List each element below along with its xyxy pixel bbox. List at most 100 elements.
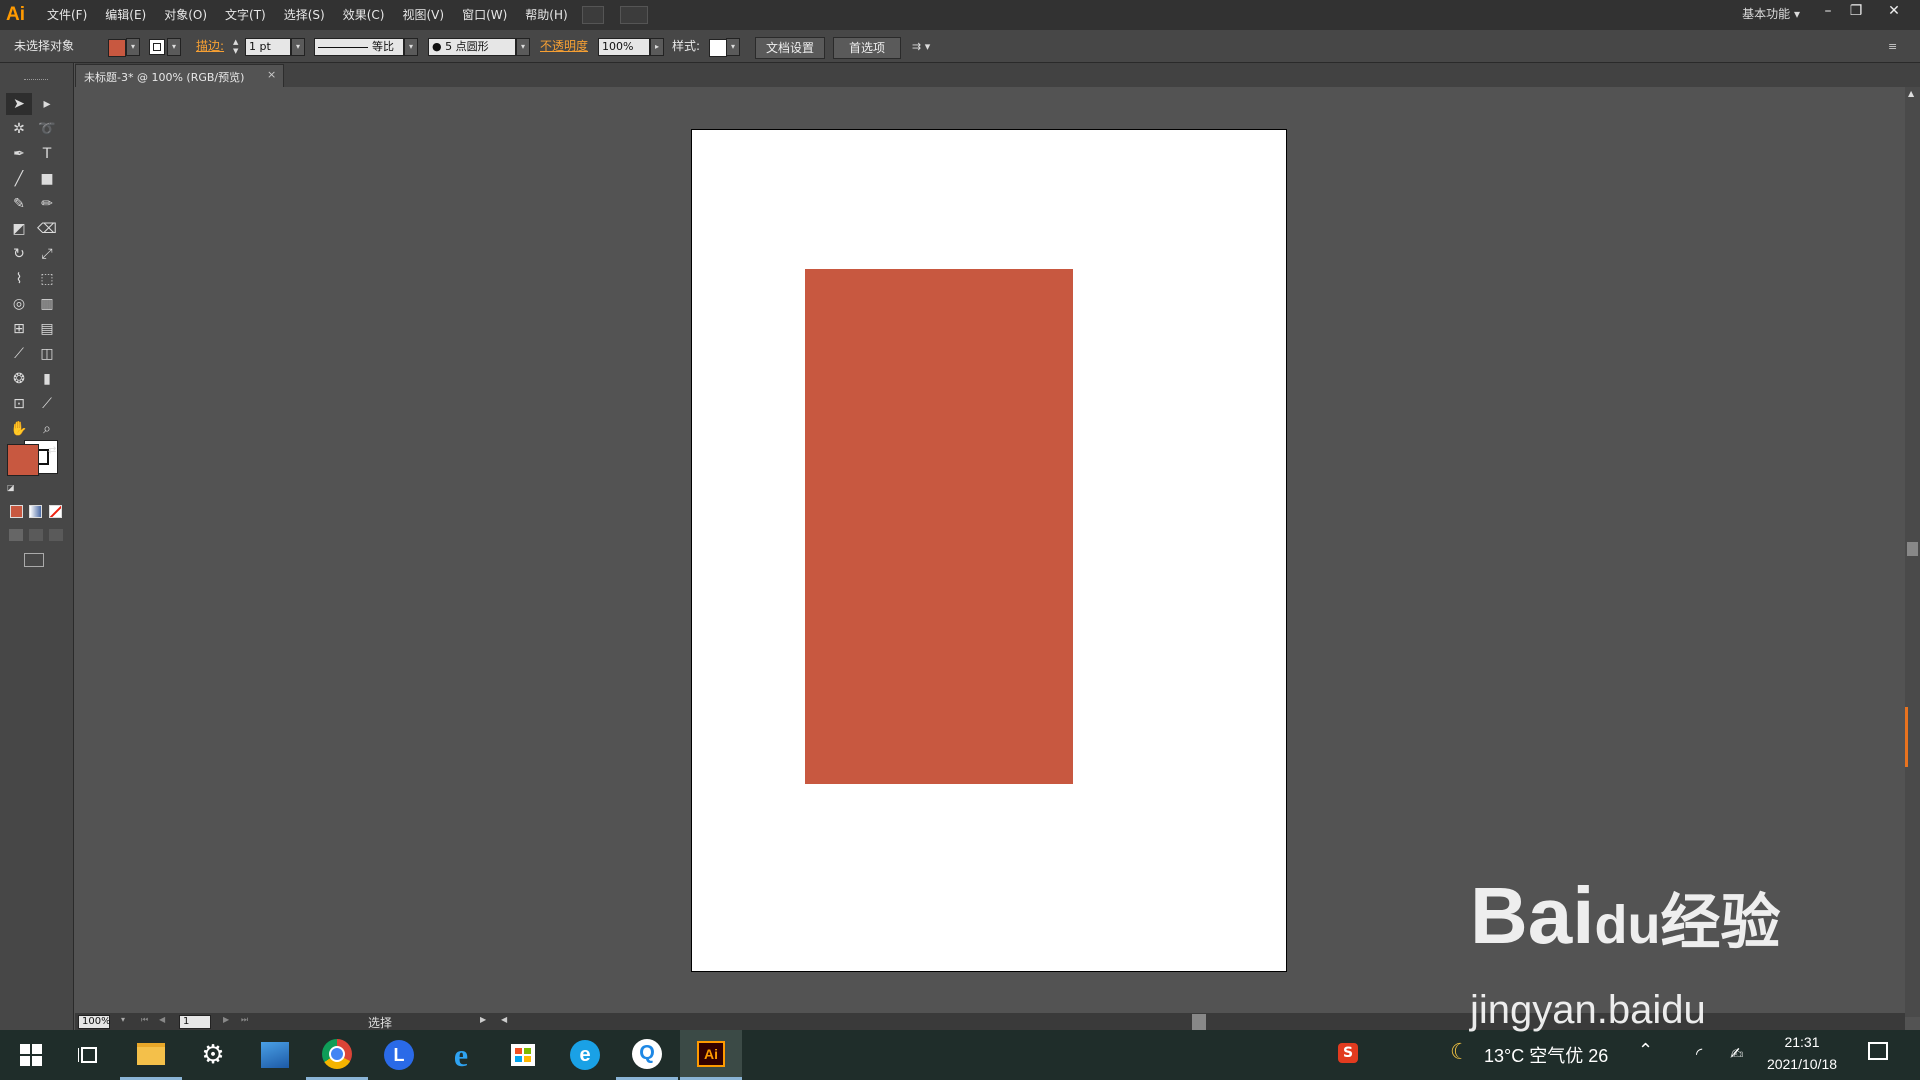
menu-view[interactable]: 视图(V)	[393, 0, 453, 30]
sogou-icon[interactable]: S	[1338, 1043, 1358, 1063]
eyedropper-tool-icon[interactable]: ⟋	[6, 343, 32, 365]
zoom-dropdown-icon[interactable]: ▾	[121, 1015, 131, 1029]
close-icon[interactable]: ✕	[1882, 2, 1906, 22]
settings-icon[interactable]: ⚙	[182, 1030, 244, 1080]
mesh-tool-icon[interactable]: ⊞	[6, 318, 32, 340]
graphic-style-swatch[interactable]	[709, 39, 727, 57]
menu-type[interactable]: 文字(T)	[216, 0, 275, 30]
pencil-tool-icon[interactable]: ✏	[34, 193, 60, 215]
color-mode-icon[interactable]	[10, 505, 23, 518]
menu-window[interactable]: 窗口(W)	[453, 0, 516, 30]
symbol-sprayer-tool-icon[interactable]: ❂	[6, 368, 32, 390]
clock-date[interactable]: 2021/10/18	[1760, 1056, 1844, 1072]
fill-color-box[interactable]	[7, 444, 39, 476]
stroke-profile-dropdown[interactable]: ▾	[404, 38, 418, 56]
photos-icon[interactable]	[244, 1030, 306, 1080]
scroll-up-icon[interactable]: ▲	[1908, 89, 1914, 98]
eraser-tool-icon[interactable]: ⌫	[34, 218, 60, 240]
artboard-tool-icon[interactable]: ⊡	[6, 393, 32, 415]
draw-behind-icon[interactable]	[29, 529, 43, 541]
ie-icon[interactable]: e	[430, 1030, 492, 1080]
panel-grip[interactable]	[24, 79, 48, 82]
next-artboard-icon[interactable]: ▶	[223, 1015, 229, 1024]
stroke-swatch[interactable]	[149, 39, 165, 55]
align-options-icon[interactable]: ⇉ ▾	[912, 40, 944, 56]
blend-tool-icon[interactable]: ◫	[34, 343, 60, 365]
document-setup-button[interactable]: 文档设置	[755, 37, 825, 59]
stroke-dropdown[interactable]: ▾	[167, 38, 181, 56]
direct-selection-tool-icon[interactable]: ▸	[34, 93, 60, 115]
paintbrush-tool-icon[interactable]: ✎	[6, 193, 32, 215]
type-tool-icon[interactable]: T	[34, 143, 60, 165]
gradient-tool-icon[interactable]: ▤	[34, 318, 60, 340]
stroke-stepper-icon[interactable]: ▲ ▼	[233, 38, 243, 56]
scale-tool-icon[interactable]: ⤢	[34, 243, 60, 265]
warp-tool-icon[interactable]: ⌇	[6, 268, 32, 290]
stroke-label[interactable]: 描边:	[196, 30, 224, 62]
arrange-documents-button[interactable]	[620, 6, 648, 24]
free-transform-tool-icon[interactable]: ⬚	[34, 268, 60, 290]
panel-menu-icon[interactable]: ≡	[1888, 40, 1906, 56]
last-artboard-icon[interactable]: ⏭	[241, 1015, 248, 1025]
perspective-grid-tool-icon[interactable]: ▥	[34, 293, 60, 315]
brush-select[interactable]: ● 5 点圆形	[428, 38, 516, 56]
workspace-switcher[interactable]: 基本功能 ▾	[1742, 0, 1800, 28]
rotate-tool-icon[interactable]: ↻	[6, 243, 32, 265]
opacity-dropdown[interactable]: ▸	[650, 38, 664, 56]
stroke-weight-field[interactable]: 1 pt	[245, 38, 291, 56]
pen-tool-icon[interactable]: ✒	[6, 143, 32, 165]
swap-colors-icon[interactable]: ⇄	[48, 445, 60, 457]
minimize-icon[interactable]: –	[1816, 2, 1840, 22]
notification-icon[interactable]	[1868, 1042, 1888, 1060]
style-dropdown[interactable]: ▾	[726, 38, 740, 56]
none-mode-icon[interactable]	[49, 505, 62, 518]
zoom-field[interactable]: 100%	[78, 1015, 111, 1029]
column-graph-tool-icon[interactable]: ▮	[34, 368, 60, 390]
chrome-icon[interactable]	[306, 1030, 368, 1080]
hand-tool-icon[interactable]: ✋	[6, 418, 32, 440]
first-artboard-icon[interactable]: ⏮	[141, 1015, 148, 1025]
artboard-number-field[interactable]: 1	[179, 1015, 211, 1029]
store-icon[interactable]	[492, 1030, 554, 1080]
magic-wand-tool-icon[interactable]: ✲	[6, 118, 32, 140]
draw-normal-icon[interactable]	[9, 529, 23, 541]
browser-e-icon[interactable]: e	[554, 1030, 616, 1080]
scroll-thumb[interactable]	[1907, 542, 1918, 556]
rectangle-tool-icon[interactable]: ■	[34, 168, 60, 190]
l-app-icon[interactable]: L	[368, 1030, 430, 1080]
prev-artboard-icon[interactable]: ◀	[159, 1015, 165, 1024]
opacity-label[interactable]: 不透明度	[540, 30, 588, 62]
bridge-button[interactable]	[582, 6, 604, 24]
file-explorer-icon[interactable]	[120, 1030, 182, 1080]
menu-object[interactable]: 对象(O)	[155, 0, 216, 30]
zoom-tool-icon[interactable]: ⌕	[34, 418, 60, 440]
slice-tool-icon[interactable]: ⟋	[34, 393, 60, 415]
opacity-field[interactable]: 100%	[598, 38, 650, 56]
scroll-left-icon[interactable]: ◀	[501, 1015, 507, 1024]
draw-inside-icon[interactable]	[49, 529, 63, 541]
illustrator-taskbar-button[interactable]: Ai	[680, 1030, 742, 1080]
horizontal-scroll-thumb[interactable]	[1192, 1014, 1206, 1030]
preferences-button[interactable]: 首选项	[833, 37, 901, 59]
menu-effect[interactable]: 效果(C)	[334, 0, 394, 30]
fill-swatch[interactable]	[108, 39, 126, 57]
default-colors-icon[interactable]: ◪	[7, 483, 17, 493]
network-icon[interactable]: ◜	[1696, 1044, 1702, 1063]
gradient-mode-icon[interactable]	[29, 505, 42, 518]
restore-icon[interactable]: ❐	[1844, 2, 1868, 22]
lasso-tool-icon[interactable]: ➰	[34, 118, 60, 140]
q-browser-icon[interactable]: Q	[616, 1030, 678, 1080]
brush-dropdown[interactable]: ▾	[516, 38, 530, 56]
menu-file[interactable]: 文件(F)	[38, 0, 96, 30]
menu-edit[interactable]: 编辑(E)	[96, 0, 155, 30]
blob-brush-tool-icon[interactable]: ◩	[6, 218, 32, 240]
stroke-weight-dropdown[interactable]: ▾	[291, 38, 305, 56]
task-view-icon[interactable]	[58, 1030, 120, 1080]
menu-select[interactable]: 选择(S)	[275, 0, 334, 30]
start-icon[interactable]	[0, 1030, 62, 1080]
rectangle-shape[interactable]	[805, 269, 1073, 784]
screen-mode-icon[interactable]	[24, 553, 44, 567]
status-menu-icon[interactable]: ▶	[480, 1015, 486, 1024]
menu-help[interactable]: 帮助(H)	[516, 0, 576, 30]
selection-tool-icon[interactable]: ➤	[6, 93, 32, 115]
